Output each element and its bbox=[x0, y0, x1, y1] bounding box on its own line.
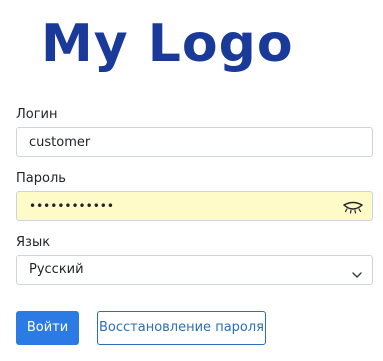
login-label: Логин bbox=[16, 107, 58, 122]
login-field[interactable] bbox=[16, 127, 373, 157]
chevron-down-icon bbox=[351, 265, 363, 278]
password-label: Пароль bbox=[16, 171, 66, 186]
language-select[interactable]: Русский bbox=[16, 255, 373, 285]
password-input[interactable] bbox=[17, 192, 372, 220]
eye-closed-icon[interactable] bbox=[342, 199, 364, 215]
login-input[interactable] bbox=[17, 128, 372, 156]
login-button[interactable]: Войти bbox=[16, 311, 79, 345]
recover-password-button[interactable]: Восстановление пароля bbox=[97, 311, 266, 345]
language-label: Язык bbox=[16, 235, 51, 250]
password-field[interactable] bbox=[16, 191, 373, 221]
language-selected-value: Русский bbox=[29, 262, 84, 277]
logo: My Logo bbox=[41, 14, 294, 74]
